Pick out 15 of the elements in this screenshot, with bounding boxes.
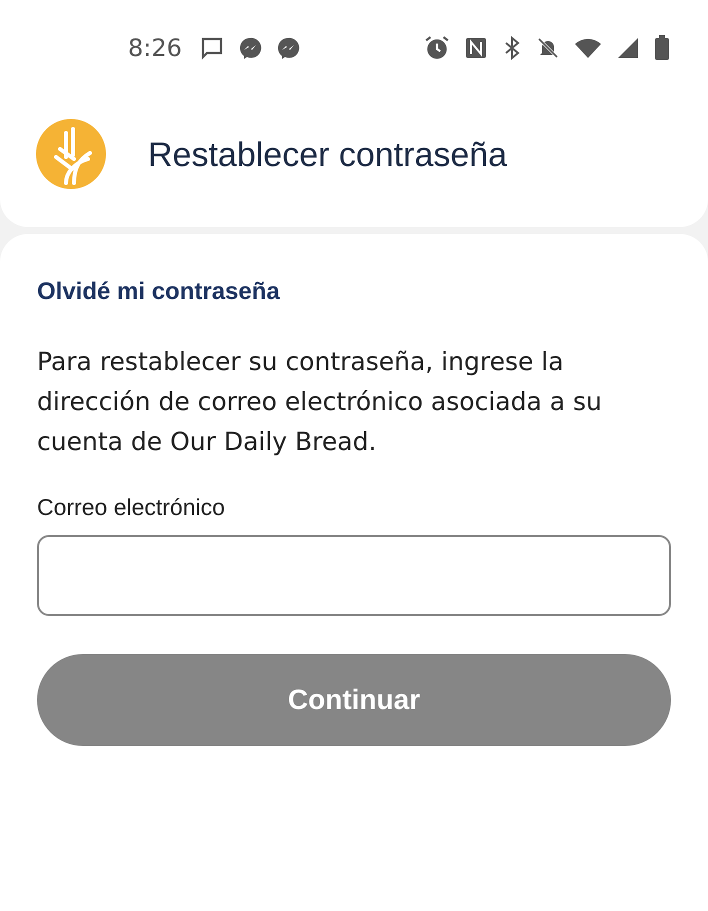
bell-off-icon [536,36,560,60]
battery-icon [654,34,670,60]
email-field[interactable] [37,535,671,616]
nfc-icon [464,36,488,60]
signal-icon [616,36,640,60]
description-text: Para restablecer su contraseña, ingrese la dirección de correo electrónico asociada a su cuenta de Our Daily Bread. [37,346,603,458]
wheat-logo-icon [36,118,106,188]
alarm-icon [424,34,450,60]
email-label: Correo electrónico [37,494,226,521]
chat-bubble-icon [276,36,300,60]
chat-bubble-icon [238,36,262,60]
message-icon [200,36,224,60]
form-heading: Olvidé mi contraseña [37,278,281,306]
status-time: 8:26 [128,34,182,62]
page-title: Restablecer contraseña [148,136,508,175]
